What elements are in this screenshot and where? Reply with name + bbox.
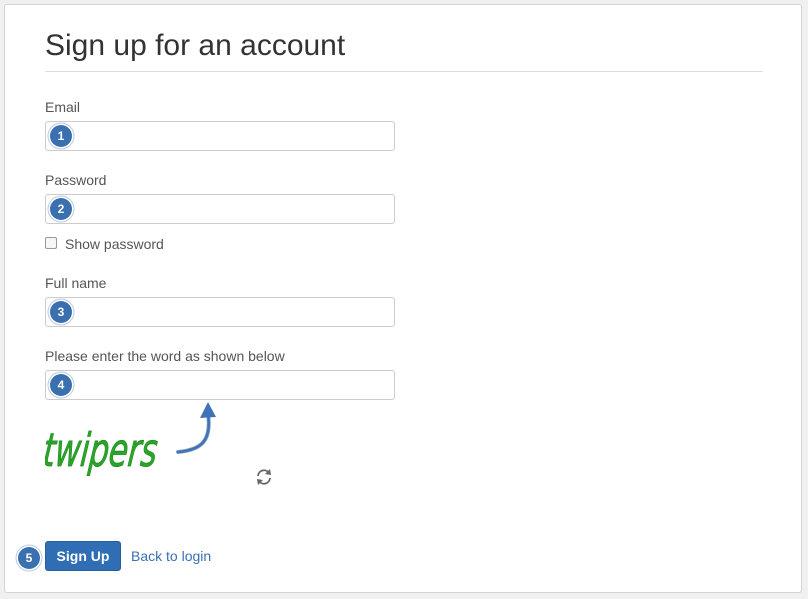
curved-arrow-icon [170,398,230,465]
back-to-login-link[interactable]: Back to login [131,548,211,564]
step-badge-1: 1 [50,125,72,147]
page-title: Sign up for an account [45,29,346,62]
captcha-field[interactable] [76,371,390,401]
full-name-field-wrapper: 3 [45,297,395,328]
full-name-field[interactable] [76,298,390,328]
email-label: Email [45,99,81,115]
refresh-icon[interactable] [253,466,275,488]
email-field-wrapper: 1 [45,121,395,152]
sign-up-button[interactable]: Sign Up [45,541,121,571]
show-password-label[interactable]: Show password [65,236,164,252]
step-badge-5: 5 [18,547,40,569]
title-divider [45,71,763,72]
email-field[interactable] [76,122,390,152]
step-badge-3: 3 [50,301,72,323]
captcha-image: twipers [40,416,171,486]
show-password-checkbox[interactable] [45,237,57,249]
password-field[interactable] [76,195,390,225]
password-label: Password [45,172,107,188]
step-badge-4: 4 [50,374,72,396]
step-badge-2: 2 [50,198,72,220]
password-field-wrapper: 2 [45,194,395,225]
full-name-label: Full name [45,275,107,291]
captcha-label: Please enter the word as shown below [45,348,285,364]
captcha-word: twipers [45,423,160,477]
captcha-field-wrapper: 4 [45,370,395,401]
